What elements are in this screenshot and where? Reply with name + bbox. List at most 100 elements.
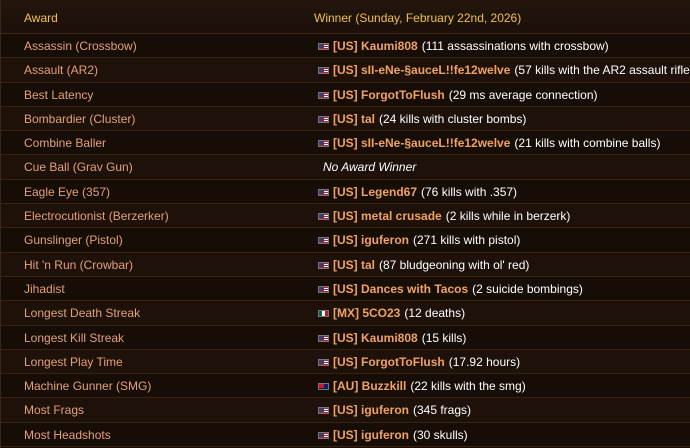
winner-cell: [US] Kaumi808 (15 kills) [318, 331, 466, 345]
winner-cell: [US] metal crusade (2 kills while in berz… [318, 209, 570, 223]
award-detail: (30 skulls) [413, 427, 468, 442]
award-detail: (87 bludgeoning with ol' red) [379, 257, 530, 272]
winner-cell: [US] Legend67 (76 kills with .357) [318, 185, 517, 199]
winner-cell: [US] Dances with Tacos (2 suicide bombing… [318, 282, 583, 296]
player-link[interactable]: [US] tal [333, 112, 375, 126]
us-flag-icon [318, 115, 329, 123]
us-flag-icon [318, 140, 329, 148]
award-name: Best Latency [24, 87, 94, 102]
player-link[interactable]: [US] metal crusade [333, 209, 442, 223]
award-name: Longest Death Streak [24, 306, 141, 321]
award-name: Cue Ball (Grav Gun) [24, 160, 133, 175]
player-link[interactable]: [MX] 5CO23 [333, 306, 400, 320]
us-flag-icon [318, 431, 329, 439]
player-link[interactable]: [US] ForgotToFlush [333, 88, 445, 102]
player-link[interactable]: [US] Kaumi808 [333, 331, 418, 345]
winner-cell: No Award Winner [318, 160, 416, 174]
award-detail: (2 suicide bombings) [472, 281, 583, 296]
table-row: Cue Ball (Grav Gun) No Award Winner [1, 155, 690, 180]
award-detail: (22 kills with the smg) [410, 379, 526, 394]
no-winner-text: No Award Winner [323, 160, 417, 175]
us-flag-icon [318, 237, 329, 245]
award-detail: (12 deaths) [404, 306, 466, 321]
table-row: Longest Kill Streak [US] Kaumi808 (15 kill… [1, 325, 690, 350]
award-name: Jihadist [24, 281, 65, 296]
table-header: Award Winner (Sunday, February 22nd, 202… [1, 0, 690, 34]
us-flag-icon [318, 285, 329, 293]
award-detail: (76 kills with .357) [421, 184, 518, 199]
award-name: Electrocutionist (Berzerker) [24, 209, 169, 224]
winner-cell: [US] iguferon (30 skulls) [318, 428, 468, 442]
table-row: Assassin (Crossbow) [US] Kaumi808 (111 ass… [1, 34, 690, 59]
table-row: Hit 'n Run (Crowbar) [US] tal (87 bludgeon… [1, 252, 690, 277]
winner-cell: [US] ForgotToFlush (29 ms average connect… [318, 88, 598, 102]
player-link[interactable]: [US] iguferon [333, 233, 409, 247]
award-detail: (271 kills with pistol) [413, 233, 521, 248]
player-link[interactable]: [US] Dances with Tacos [333, 282, 468, 296]
table-row: Gunslinger (Pistol) [US] iguferon (271 kil… [1, 228, 690, 253]
table-row: Machine Gunner (SMG) [AU] Buzzkill (22 kil… [1, 374, 690, 399]
award-name: Assault (AR2) [24, 63, 99, 78]
award-detail: (15 kills) [421, 330, 467, 345]
table-row: Longest Play Time [US] ForgotToFlush (17.9… [1, 349, 690, 375]
player-link[interactable]: [US] sII-eNe-§auceL!!fe12welve [333, 136, 510, 150]
award-name: Combine Baller [24, 136, 107, 151]
award-name: Most Frags [24, 403, 85, 418]
award-name: Bombardier (Cluster) [24, 111, 136, 126]
table-body: Assassin (Crossbow) [US] Kaumi808 (111 ass… [1, 34, 690, 448]
award-name: Most Headshots [24, 427, 111, 442]
award-detail: (17.92 hours) [448, 354, 521, 369]
award-name: Gunslinger (Pistol) [24, 233, 123, 248]
table-row: Most Frags [US] iguferon (345 frags) [1, 398, 690, 423]
mx-flag-icon [318, 310, 329, 318]
winner-cell: [US] sII-eNe-§auceL!!fe12welve (57 kills … [318, 63, 690, 77]
winner-cell: [AU] Buzzkill (22 kills with the smg) [318, 379, 526, 393]
winner-cell: [US] ForgotToFlush (17.92 hours) [318, 355, 520, 369]
us-flag-icon [318, 91, 329, 99]
award-detail: (2 kills while in berzerk) [445, 209, 571, 224]
player-link[interactable]: [AU] Buzzkill [333, 379, 406, 393]
table-row: Eagle Eye (357) [US] Legend67 (76 kills wi… [1, 179, 690, 205]
award-detail: (21 kills with combine balls) [514, 136, 661, 151]
winner-cell: [MX] 5CO23 (12 deaths) [318, 306, 465, 320]
player-link[interactable]: [US] ForgotToFlush [333, 355, 445, 369]
table-row: Combine Baller [US] sII-eNe-§auceL!!fe12w… [1, 131, 690, 156]
winner-cell: [US] iguferon (345 frags) [318, 403, 471, 417]
winner-cell: [US] Kaumi808 (111 assassinations with cr… [318, 39, 609, 53]
table-row: Jihadist [US] Dances with Tacos (2 suicide… [1, 276, 690, 302]
table-row: Assault (AR2) [US] sII-eNe-§auceL!!fe12we… [1, 58, 690, 83]
us-flag-icon [318, 213, 329, 221]
award-name: Machine Gunner (SMG) [24, 379, 152, 394]
award-column-header: Award [24, 11, 58, 25]
table-row: Best Latency [US] ForgotToFlush (29 ms ave… [1, 82, 690, 107]
table-row: Electrocutionist (Berzerker) [US] metal c… [1, 204, 690, 229]
award-detail: (111 assassinations with crossbow) [421, 39, 609, 53]
player-link[interactable]: [US] sII-eNe-§auceL!!fe12welve [333, 63, 510, 77]
winner-column-header: Winner (Sunday, February 22nd, 2026) [314, 11, 522, 25]
us-flag-icon [318, 358, 329, 366]
award-detail: (345 frags) [413, 403, 472, 418]
award-name: Longest Play Time [24, 354, 123, 369]
player-link[interactable]: [US] iguferon [333, 428, 409, 442]
player-link[interactable]: [US] iguferon [333, 403, 409, 417]
awards-table: Award Winner (Sunday, February 22nd, 202… [0, 0, 690, 448]
award-name: Longest Kill Streak [24, 330, 125, 345]
table-row: Longest Death Streak [MX] 5CO23 (12 deaths… [1, 301, 690, 326]
player-link[interactable]: [US] tal [333, 258, 375, 272]
winner-cell: [US] iguferon (271 kills with pistol) [318, 233, 520, 247]
award-detail: (24 kills with cluster bombs) [379, 111, 527, 126]
award-name: Hit 'n Run (Crowbar) [24, 257, 133, 272]
player-link[interactable]: [US] Legend67 [333, 185, 417, 199]
us-flag-icon [318, 188, 329, 196]
winner-cell: [US] sII-eNe-§auceL!!fe12welve (21 kills … [318, 136, 660, 150]
us-flag-icon [318, 261, 329, 269]
player-link[interactable]: [US] Kaumi808 [333, 39, 418, 53]
us-flag-icon [318, 67, 329, 75]
us-flag-icon [318, 334, 329, 342]
au-flag-icon [318, 383, 329, 391]
table-row: Bombardier (Cluster) [US] tal (24 kills wi… [1, 106, 690, 132]
us-flag-icon [318, 407, 329, 415]
us-flag-icon [318, 43, 329, 50]
award-name: Eagle Eye (357) [24, 184, 111, 199]
award-detail: (57 kills with the AR2 assault rifle) [514, 63, 690, 78]
